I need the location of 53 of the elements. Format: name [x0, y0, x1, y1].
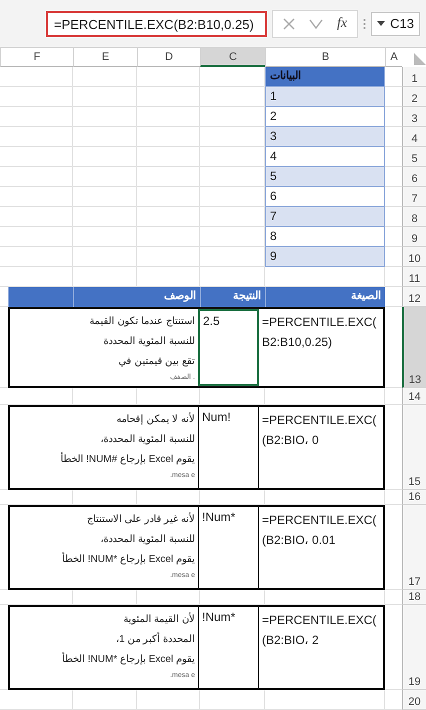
description-text: لأنه غير قادر على الاستنتاج للنسبة المئوية المحددة، يقوم Excel بإرجاع *NUM! الخطأ [62, 512, 195, 567]
table-cell: 1 [265, 87, 385, 107]
result-cell[interactable]: 2.5 [198, 309, 259, 386]
row-header[interactable]: 12 [402, 287, 426, 307]
description-text: لأن القيمة المئوية المحددة أكبر من 1، يقوم Excel بإرجاع *NUM! الخطأ [62, 612, 195, 667]
table-cell: 9 [265, 247, 385, 267]
column-header[interactable]: C [200, 48, 265, 67]
row-header[interactable]: 20 [402, 690, 426, 710]
row-header[interactable]: 1 [402, 67, 426, 87]
table-cell: 3 [265, 127, 385, 147]
column-header[interactable]: A [385, 48, 402, 67]
description-text: لأنه لا يمكن إقحامه للنسبة المئوية المحددة، يقوم Excel بإرجاع #NUM! الخطأ [60, 412, 195, 467]
result-cell[interactable]: !Num* [198, 507, 259, 588]
function-button[interactable]: fx [337, 16, 348, 32]
row-header[interactable]: 13 [402, 307, 426, 388]
result-cell[interactable]: !Num* [198, 607, 259, 688]
row-header[interactable]: 8 [402, 207, 426, 227]
table-header-cell [8, 287, 73, 307]
row-header[interactable]: 3 [402, 107, 426, 127]
row-header[interactable]: 16 [402, 490, 426, 505]
check-icon[interactable] [309, 18, 324, 28]
row-header[interactable]: 2 [402, 87, 426, 107]
row-header[interactable]: 5 [402, 147, 426, 167]
close-icon[interactable] [283, 18, 296, 30]
result-cell[interactable]: Num! [198, 407, 259, 488]
column-header[interactable]: E [73, 48, 137, 67]
caret-icon [377, 21, 386, 26]
row-header[interactable]: 7 [402, 187, 426, 207]
table-header-cell: الوصف [73, 287, 200, 307]
formula-cell-text: =PERCENTILE.EXC( B2:B10,0.25) [261, 314, 378, 351]
row-header[interactable]: 10 [402, 247, 426, 267]
table-header-cell: النتيجة [200, 287, 265, 307]
table-header-cell: الصيغة [265, 287, 385, 307]
table-header-cell: البيانات [265, 67, 385, 87]
row-header[interactable]: 9 [402, 227, 426, 247]
row-header[interactable]: 18 [402, 590, 426, 605]
row-header[interactable]: 11 [402, 267, 426, 287]
column-header[interactable]: F [0, 48, 73, 67]
table-cell: 5 [265, 167, 385, 187]
select-all-icon[interactable] [414, 53, 426, 65]
row-header[interactable]: 17 [402, 505, 426, 590]
name-box[interactable]: C13 [371, 12, 420, 36]
row-header[interactable]: 6 [402, 167, 426, 187]
table-cell: 7 [265, 207, 385, 227]
row-header[interactable]: 19 [402, 605, 426, 690]
grip-icon [363, 18, 366, 30]
formula-field[interactable]: =PERCENTILE.EXC(B2:B10,0.25) [46, 10, 268, 36]
row-header[interactable]: 14 [402, 388, 426, 405]
row-header[interactable]: 15 [402, 405, 426, 490]
description-text: استنتاج عندما تكون القيمة للنسبة المئوية المحددة تقع بين قيمتين في [90, 315, 195, 369]
column-header[interactable]: B [265, 48, 385, 67]
column-header[interactable]: D [137, 48, 200, 67]
row-header[interactable]: 4 [402, 127, 426, 147]
